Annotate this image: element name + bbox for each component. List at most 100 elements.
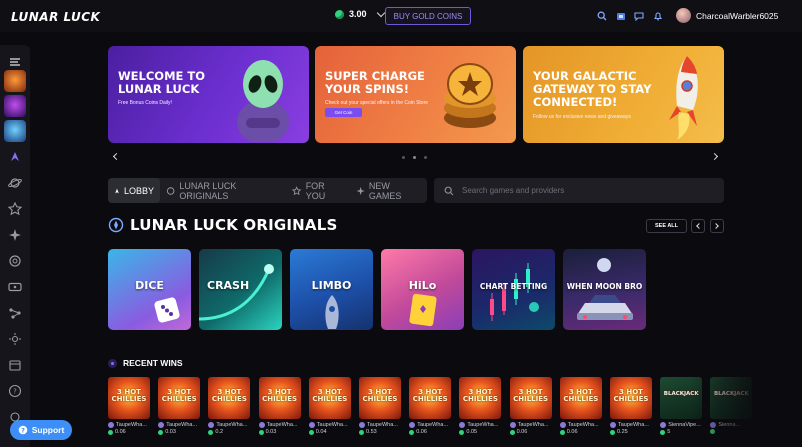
help-icon[interactable]: ? <box>4 380 26 402</box>
search-bar <box>434 178 724 203</box>
sidebar-game-thumb-1[interactable] <box>4 70 26 92</box>
get-coin-button[interactable]: Get Coin <box>325 108 362 117</box>
recent-win-item[interactable]: 3 HOT CHILLIES TaupeWha... 0.2 <box>208 377 251 435</box>
coin-icon <box>660 429 666 435</box>
carousel-dot[interactable] <box>424 156 427 159</box>
recent-win-item[interactable]: 3 HOT CHILLIES TaupeWha... 0.25 <box>610 377 652 435</box>
sidebar-game-thumb-3[interactable] <box>4 120 26 142</box>
rocket-icon[interactable] <box>4 146 26 168</box>
bell-icon[interactable] <box>653 11 663 21</box>
amount-value: 0.53 <box>366 429 377 435</box>
coin-icon <box>559 429 565 435</box>
username: TaupeWha... <box>216 422 248 428</box>
game-card-when-moon-bro[interactable]: WHEN MOON BRO <box>563 249 646 330</box>
win-user: TaupeWha... <box>158 422 200 428</box>
rocket-icon <box>115 188 119 193</box>
avatar <box>710 422 717 428</box>
share-icon[interactable] <box>4 302 26 324</box>
amount-value: 0.25 <box>617 429 628 435</box>
game-card-crash[interactable]: CRASH <box>199 249 282 330</box>
amount-value: 5 <box>667 429 671 435</box>
search-icon <box>444 186 454 195</box>
recent-win-item[interactable]: 3 HOT CHILLIES TaupeWha... 0.04 <box>308 377 351 435</box>
tab-lunar-luck-originals[interactable]: LUNAR LUCK ORIGINALS <box>160 178 286 203</box>
game-thumbnail-label: 3 HOT CHILLIES <box>613 388 649 403</box>
game-card-limbo[interactable]: LIMBO <box>290 249 373 330</box>
tab-new-games[interactable]: NEW GAMES <box>350 178 427 203</box>
planet-icon[interactable] <box>4 172 26 194</box>
win-amount: 0.05 <box>459 429 501 435</box>
app-logo[interactable]: LUNAR LUCK <box>11 10 100 24</box>
support-button[interactable]: ? Support <box>10 420 72 440</box>
carousel-dot[interactable] <box>413 156 416 159</box>
tab-lobby[interactable]: LOBBY <box>108 178 160 203</box>
balance-selector[interactable]: 3.00 <box>335 8 385 19</box>
username: TaupeWha... <box>166 422 198 428</box>
search-icon[interactable] <box>597 11 607 21</box>
avatar <box>660 422 667 428</box>
win-amount: 0.03 <box>158 429 200 435</box>
chip-icon[interactable] <box>4 250 26 272</box>
amount-value: 0.03 <box>165 429 176 435</box>
banner-subtitle: Free Bonus Coins Daily! <box>118 100 172 106</box>
recent-win-item[interactable]: 3 HOT CHILLIES TaupeWha... 0.53 <box>359 377 401 435</box>
game-thumbnail-label: 3 HOT CHILLIES <box>111 388 147 403</box>
section-title: LUNAR LUCK ORIGINALS <box>130 216 338 234</box>
tab-label: LOBBY <box>123 185 154 196</box>
avatar <box>108 422 114 428</box>
recent-win-item[interactable]: 3 HOT CHILLIES TaupeWha... 0.06 <box>509 377 552 435</box>
balance-amount: 3.00 <box>349 9 367 19</box>
game-card-hilo[interactable]: HiLo <box>381 249 464 330</box>
amount-value: 0.06 <box>516 429 528 435</box>
game-thumbnail: 3 HOT CHILLIES <box>359 377 401 419</box>
win-amount: 0.06 <box>108 429 150 435</box>
originals-next-button[interactable] <box>710 219 724 233</box>
game-thumbnail-label: 3 HOT CHILLIES <box>362 388 398 403</box>
recent-win-item[interactable]: 3 HOT CHILLIES TaupeWha... 0.03 <box>158 377 201 435</box>
recent-win-item[interactable]: 3 HOT CHILLIES TaupeWha... 0.06 <box>409 377 452 435</box>
buy-gold-coins-button[interactable]: BUY GOLD COINS <box>385 7 471 25</box>
tab-for-you[interactable]: FOR YOU <box>286 178 349 203</box>
star-icon[interactable] <box>4 198 26 220</box>
recent-win-item[interactable]: 3 HOT CHILLIES TaupeWha... 0.03 <box>258 377 301 435</box>
recent-win-item[interactable]: BLACKJACK Sienna... <box>710 377 753 434</box>
store-icon[interactable] <box>616 11 626 21</box>
carousel-next-icon[interactable] <box>710 152 719 161</box>
recent-wins-header: RECENT WINS <box>108 358 183 368</box>
coin-icon <box>158 429 164 435</box>
coin-store-banner[interactable]: SUPER CHARGE YOUR SPINS! Check out your … <box>315 46 516 143</box>
sun-icon[interactable] <box>4 328 26 350</box>
recent-win-item[interactable]: 3 HOT CHILLIES TaupeWha... 0.06 <box>108 377 150 435</box>
carousel-dot[interactable] <box>402 156 405 159</box>
sidebar-game-thumb-2[interactable] <box>4 95 26 117</box>
user-menu[interactable]: CharcoalWarbler6025 <box>676 8 778 23</box>
ticket-icon[interactable] <box>4 276 26 298</box>
sparkle-icon[interactable] <box>4 224 26 246</box>
search-input[interactable] <box>462 186 702 195</box>
help-icon: ? <box>18 425 28 435</box>
game-card-dice[interactable]: DICE <box>108 249 191 330</box>
recent-win-item[interactable]: 3 HOT CHILLIES TaupeWha... 0.06 <box>559 377 602 435</box>
game-thumbnail-label: 3 HOT CHILLIES <box>211 388 247 403</box>
win-user: TaupeWha... <box>108 422 150 428</box>
carousel-prev-icon[interactable] <box>112 152 121 161</box>
username: TaupeWha... <box>467 422 499 428</box>
originals-prev-button[interactable] <box>691 219 705 233</box>
chat-icon[interactable] <box>634 11 644 21</box>
win-user: TaupeWha... <box>359 422 401 428</box>
recent-win-item[interactable]: 3 HOT CHILLIES TaupeWha... 0.05 <box>459 377 502 435</box>
chevron-left-icon <box>696 223 702 229</box>
game-thumbnail: 3 HOT CHILLIES <box>258 377 301 419</box>
username: TaupeWha... <box>567 422 599 428</box>
promotions-icon[interactable] <box>4 354 26 376</box>
amount-value: 0.05 <box>466 429 478 435</box>
see-all-button[interactable]: SEE ALL <box>646 219 687 233</box>
game-thumbnail-label: 3 HOT CHILLIES <box>312 388 348 403</box>
username: SiennaVipe... <box>668 422 701 428</box>
game-title: HiLo <box>408 279 437 292</box>
amount-value: 0.06 <box>115 429 126 435</box>
recent-win-item[interactable]: BLACKJACK SiennaVipe... 5 <box>660 377 703 435</box>
welcome-banner[interactable]: WELCOME TO LUNAR LUCK Free Bonus Coins D… <box>108 46 309 143</box>
social-banner[interactable]: YOUR GALACTIC GATEWAY TO STAY CONNECTED!… <box>523 46 724 143</box>
game-card-chart-betting[interactable]: CHART BETTING <box>472 249 555 330</box>
